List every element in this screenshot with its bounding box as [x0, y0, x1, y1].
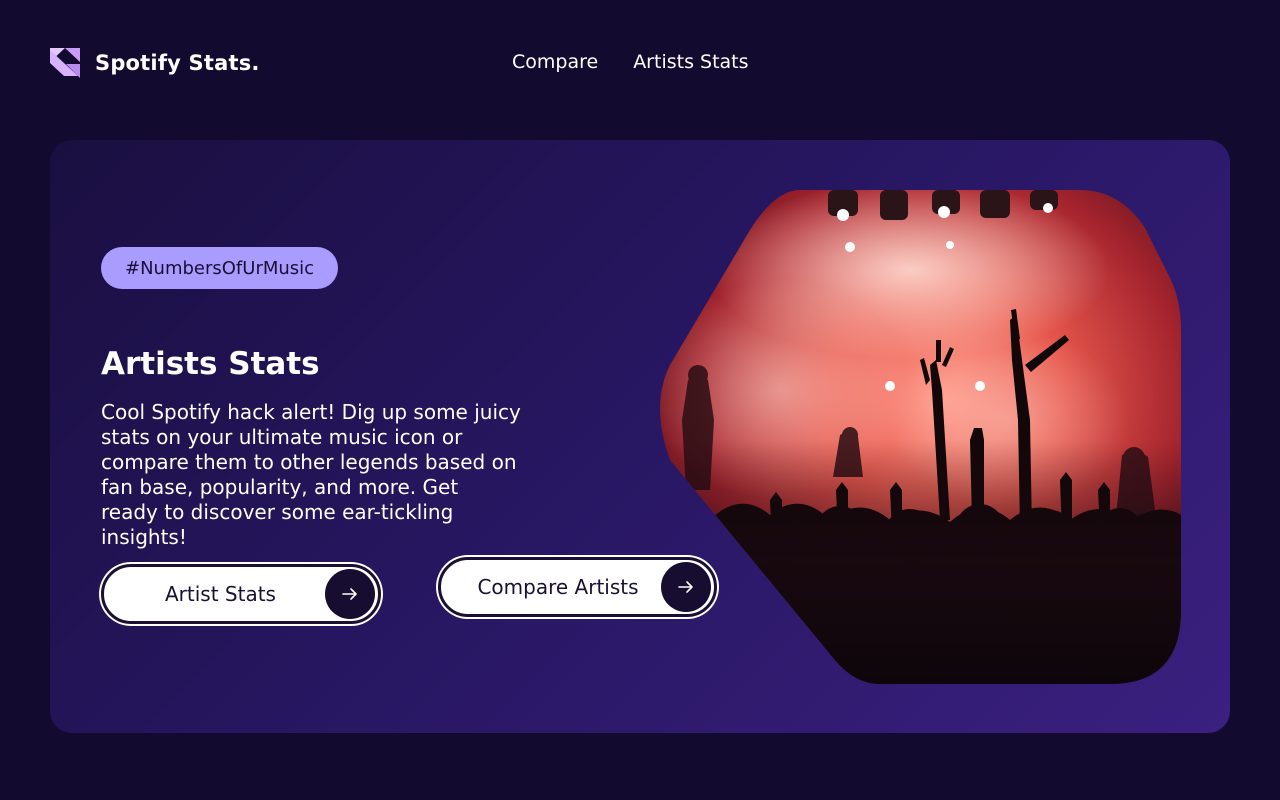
nav-link-compare[interactable]: Compare [512, 51, 598, 73]
artist-stats-button[interactable]: Artist Stats [101, 564, 381, 624]
concert-crowd-image [660, 190, 1181, 684]
brand-name: Spotify Stats. [95, 51, 260, 75]
triangles-logo-icon [50, 48, 80, 78]
arrow-right-icon [325, 569, 375, 619]
main-nav: Compare Artists Stats [512, 51, 749, 73]
page: Spotify Stats. Compare Artists Stats #Nu… [0, 0, 1280, 800]
hero-description: Cool Spotify hack alert! Dig up some jui… [101, 400, 521, 549]
artist-stats-button-label: Artist Stats [165, 582, 276, 606]
hero-title: Artists Stats [101, 346, 320, 382]
brand-link[interactable]: Spotify Stats. [50, 48, 260, 78]
nav-link-artists-stats[interactable]: Artists Stats [633, 51, 748, 73]
compare-artists-button-label: Compare Artists [477, 575, 639, 599]
hashtag-badge: #NumbersOfUrMusic [101, 247, 339, 289]
hero-card: #NumbersOfUrMusic Artists Stats Cool Spo… [50, 140, 1230, 733]
